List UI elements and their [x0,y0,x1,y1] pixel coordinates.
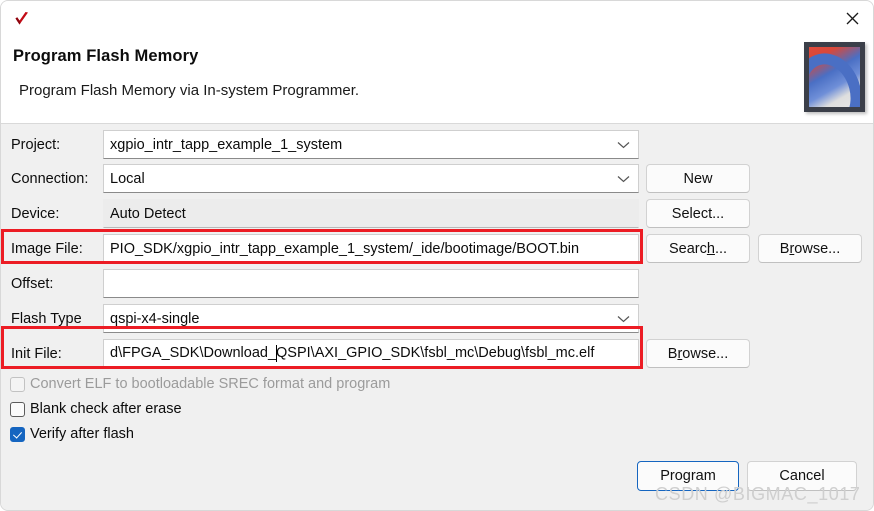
checkbox-box-icon[interactable] [10,402,25,417]
banner-image-icon [804,42,865,112]
checkbox-label: Convert ELF to bootloadable SREC format … [30,376,390,392]
label-image-file: Image File: [11,241,83,257]
row-device: Device: Auto Detect Select... [1,199,874,229]
offset-input[interactable] [103,269,639,298]
dialog-header: Program Flash Memory Program Flash Memor… [1,35,874,124]
new-connection-button[interactable]: New [646,164,750,193]
app-logo-icon [11,9,33,31]
chevron-down-icon [617,137,630,153]
project-value: xgpio_intr_tapp_example_1_system [110,137,342,153]
image-file-input[interactable]: PIO_SDK/xgpio_intr_tapp_example_1_system… [103,234,639,263]
connection-combobox[interactable]: Local [103,164,639,193]
checkbox-label: Verify after flash [30,426,134,442]
search-image-file-button[interactable]: Search... [646,234,750,263]
connection-value: Local [110,171,145,187]
row-connection: Connection: Local New [1,164,874,194]
flash-type-value: qspi-x4-single [110,311,199,327]
label-init-file: Init File: [11,346,62,362]
device-field: Auto Detect [103,199,639,228]
browse-label-post: owse... [682,346,728,362]
row-project: Project: xgpio_intr_tapp_example_1_syste… [1,130,874,160]
checkbox-box-icon[interactable] [10,377,25,392]
browse-label-post: owse... [794,241,840,257]
image-file-value: PIO_SDK/xgpio_intr_tapp_example_1_system… [110,241,579,257]
label-device: Device: [11,206,59,222]
search-label-key: h [707,241,715,257]
row-init-file: Init File: d\FPGA_SDK\Download_QSPI\AXI_… [1,339,874,369]
init-file-input[interactable]: d\FPGA_SDK\Download_QSPI\AXI_GPIO_SDK\fs… [103,339,639,368]
checkbox-blank-check[interactable]: Blank check after erase [10,399,182,419]
row-flash-type: Flash Type qspi-x4-single [1,304,874,334]
browse-label-pre: B [780,241,790,257]
row-image-file: Image File: PIO_SDK/xgpio_intr_tapp_exam… [1,234,874,264]
init-file-value-before-caret: d\FPGA_SDK\Download_ [110,345,276,361]
flash-type-combobox[interactable]: qspi-x4-single [103,304,639,333]
row-offset: Offset: [1,269,874,299]
browse-init-file-button[interactable]: Browse... [646,339,750,368]
page-title: Program Flash Memory [13,47,198,66]
watermark: CSDN @BIGMAC_1017 [655,484,861,505]
checkbox-label: Blank check after erase [30,401,182,417]
label-connection: Connection: [11,171,88,187]
select-device-button[interactable]: Select... [646,199,750,228]
chevron-down-icon [617,171,630,187]
browse-image-file-button[interactable]: Browse... [758,234,862,263]
label-offset: Offset: [11,276,53,292]
browse-label-pre: B [668,346,678,362]
page-description: Program Flash Memory via In-system Progr… [19,82,359,99]
close-button[interactable] [829,1,874,35]
checkbox-convert-elf[interactable]: Convert ELF to bootloadable SREC format … [10,374,390,394]
device-value: Auto Detect [110,206,186,222]
init-file-value-after-caret: QSPI\AXI_GPIO_SDK\fsbl_mc\Debug\fsbl_mc.… [276,345,594,361]
label-project: Project: [11,137,60,153]
chevron-down-icon [617,311,630,327]
program-flash-memory-dialog: Program Flash Memory Program Flash Memor… [0,0,874,511]
search-label-pre: Searc [669,241,707,257]
checkbox-box-checked-icon[interactable] [10,427,25,442]
form-area: Project: xgpio_intr_tapp_example_1_syste… [1,124,874,443]
project-combobox[interactable]: xgpio_intr_tapp_example_1_system [103,130,639,159]
checkbox-verify-after-flash[interactable]: Verify after flash [10,424,134,444]
label-flash-type: Flash Type [11,311,82,327]
titlebar [1,1,874,35]
search-label-post: ... [715,241,727,257]
